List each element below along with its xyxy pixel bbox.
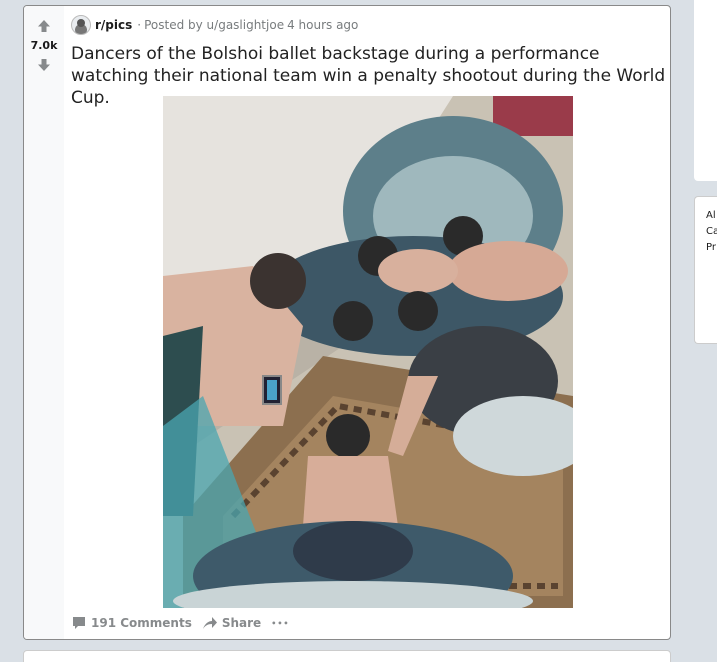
downvote-icon[interactable]	[36, 57, 52, 73]
meta-separator: ·	[137, 18, 142, 32]
share-icon	[202, 617, 217, 629]
ballet-photo	[163, 96, 573, 608]
vote-column: 7.0k	[24, 6, 64, 639]
next-post-card[interactable]	[23, 650, 671, 662]
comments-button[interactable]: 191 Comments	[71, 615, 192, 631]
post-actions: 191 Comments Share •••	[71, 613, 300, 633]
post-meta: r/pics · Posted by u/gaslightjoe 4 hours…	[71, 15, 361, 35]
share-label: Share	[221, 616, 262, 630]
more-options-button[interactable]: •••	[271, 619, 289, 628]
sidebar-line: Ca	[706, 226, 717, 237]
sidebar-line: Al	[706, 210, 716, 221]
posted-by[interactable]: Posted by u/gaslightjoe	[144, 18, 284, 32]
subreddit-link[interactable]: r/pics	[95, 18, 132, 32]
sidebar-widget	[694, 0, 717, 181]
post-time[interactable]: 4 hours ago	[287, 18, 358, 32]
subreddit-avatar-icon[interactable]	[71, 15, 91, 35]
more-icon: •••	[271, 618, 290, 628]
share-button[interactable]: Share	[202, 615, 261, 631]
post-image[interactable]	[163, 96, 573, 608]
sidebar-line: Pr	[706, 242, 716, 253]
post-card[interactable]: 7.0k r/pics · Posted by u/gaslightjoe 4 …	[23, 5, 671, 640]
post-body: r/pics · Posted by u/gaslightjoe 4 hours…	[71, 6, 665, 639]
vote-score: 7.0k	[30, 39, 58, 52]
upvote-icon[interactable]	[36, 18, 52, 34]
comments-label: 191 Comments	[91, 616, 192, 630]
comment-icon	[73, 617, 85, 629]
